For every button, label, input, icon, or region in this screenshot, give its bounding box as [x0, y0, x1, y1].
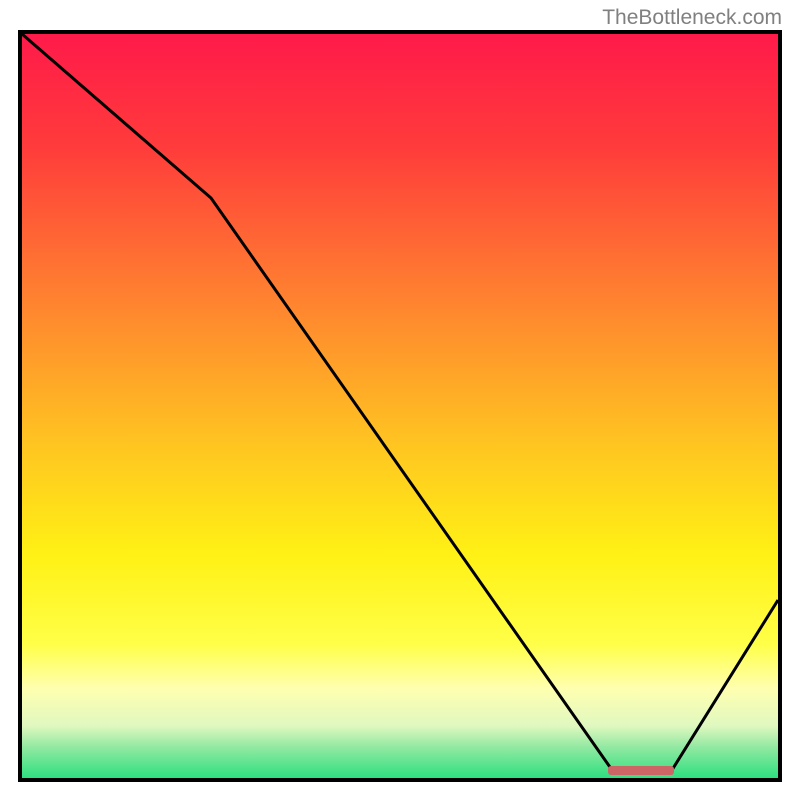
- optimal-marker: [608, 766, 674, 775]
- bottleneck-curve: [22, 34, 778, 778]
- chart-container: TheBottleneck.com: [0, 0, 800, 800]
- plot-area: [18, 30, 782, 782]
- attribution-text: TheBottleneck.com: [602, 6, 782, 30]
